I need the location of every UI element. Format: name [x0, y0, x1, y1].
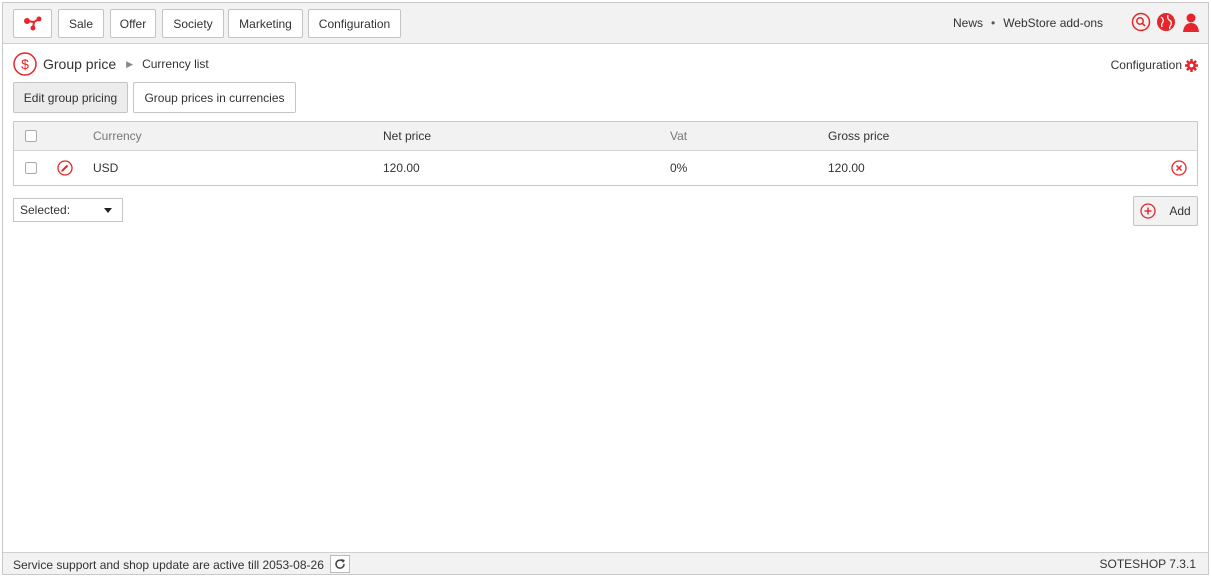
- column-header-net-price[interactable]: Net price: [383, 122, 431, 150]
- top-links: News • WebStore add-ons: [953, 16, 1103, 30]
- gear-icon: [1185, 58, 1198, 72]
- tab-edit-group-pricing[interactable]: Edit group pricing: [13, 82, 128, 113]
- delete-x-icon[interactable]: [1171, 160, 1187, 176]
- edit-pencil-icon[interactable]: [57, 160, 73, 176]
- column-header-vat[interactable]: Vat: [670, 122, 687, 150]
- status-footer: Service support and shop update are acti…: [3, 552, 1208, 574]
- separator-dot: •: [991, 16, 996, 30]
- version-label: SOTESHOP 7.3.1: [1099, 557, 1197, 571]
- cell-currency: USD: [93, 161, 119, 175]
- breadcrumb-current: Currency list: [142, 57, 209, 71]
- tab-group-prices-in-currencies[interactable]: Group prices in currencies: [133, 82, 296, 113]
- nav-configuration-button[interactable]: Configuration: [308, 9, 401, 38]
- chevron-down-icon: [104, 208, 112, 213]
- bulk-action-select[interactable]: Selected:: [13, 198, 123, 222]
- globe-icon[interactable]: [1156, 12, 1176, 32]
- refresh-button[interactable]: [329, 555, 350, 573]
- column-header-currency[interactable]: Currency: [93, 122, 142, 150]
- row-select-cell: [25, 151, 37, 185]
- webstore-addons-link[interactable]: WebStore add-ons: [1003, 16, 1103, 30]
- news-link[interactable]: News: [953, 16, 983, 30]
- table-header: Currency Net price Vat Gross price: [14, 122, 1197, 151]
- row-checkbox[interactable]: [25, 162, 37, 174]
- column-header-gross-price[interactable]: Gross price: [828, 122, 889, 150]
- add-button-label: Add: [1169, 204, 1191, 218]
- home-logo-button[interactable]: [13, 9, 52, 38]
- table-row: USD 120.00 0% 120.00: [14, 151, 1197, 185]
- svg-text:$: $: [21, 56, 29, 72]
- breadcrumb: $ Group price ▶ Currency list: [13, 52, 209, 76]
- select-all-checkbox[interactable]: [25, 130, 37, 142]
- nav-sale-button[interactable]: Sale: [58, 9, 104, 38]
- search-icon[interactable]: [1131, 12, 1151, 32]
- top-navigation-bar: Sale Offer Society Marketing Configurati…: [3, 3, 1208, 44]
- bulk-action-label: Selected:: [20, 203, 71, 217]
- plus-circle-icon: [1140, 203, 1156, 219]
- add-button[interactable]: Add: [1133, 196, 1198, 226]
- configuration-link[interactable]: Configuration: [1111, 58, 1198, 72]
- delete-cell: [1171, 151, 1187, 185]
- refresh-icon: [335, 559, 345, 569]
- share-nodes-icon: [23, 16, 41, 30]
- configuration-link-label: Configuration: [1110, 58, 1182, 72]
- nav-marketing-button[interactable]: Marketing: [228, 9, 303, 38]
- currency-price-table: Currency Net price Vat Gross price USD 1…: [13, 121, 1198, 186]
- edit-cell: [57, 151, 73, 185]
- dollar-icon: $: [13, 52, 37, 76]
- cell-gross-price: 120.00: [828, 161, 865, 175]
- support-status-text: Service support and shop update are acti…: [13, 558, 324, 572]
- breadcrumb-arrow-icon: ▶: [126, 58, 134, 69]
- app-window: Sale Offer Society Marketing Configurati…: [2, 2, 1209, 575]
- nav-society-button[interactable]: Society: [162, 9, 224, 38]
- cell-net-price: 120.00: [383, 161, 420, 175]
- page-title[interactable]: Group price: [43, 56, 116, 72]
- cell-vat: 0%: [670, 161, 688, 175]
- nav-offer-button[interactable]: Offer: [110, 9, 156, 38]
- select-all-cell: [25, 122, 37, 150]
- user-icon[interactable]: [1181, 12, 1201, 32]
